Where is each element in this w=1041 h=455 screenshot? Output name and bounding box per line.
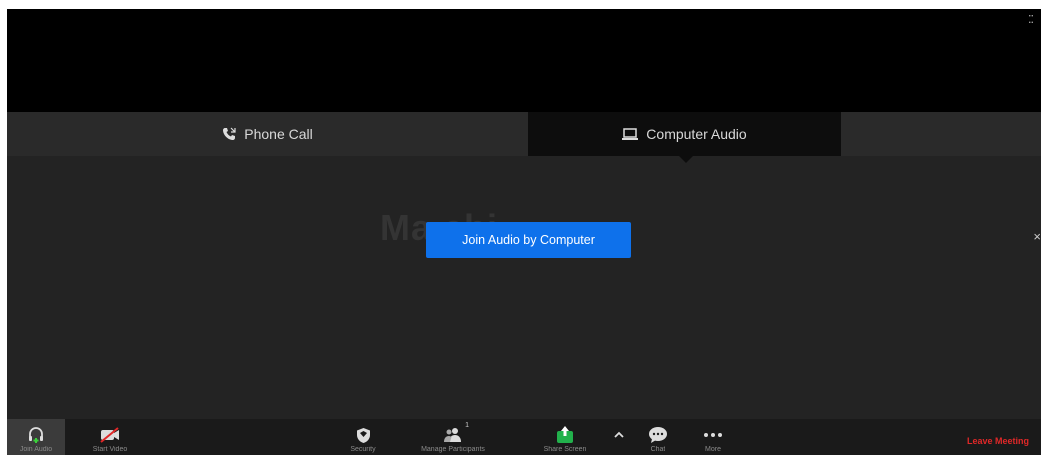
audio-options-tabs: Phone Call Computer Audio × xyxy=(7,112,1041,244)
chevron-up-icon xyxy=(614,424,624,446)
video-off-icon xyxy=(99,424,121,446)
share-screen-icon xyxy=(556,424,574,446)
tab-pointer xyxy=(679,156,693,163)
fullscreen-icon[interactable]: ⁚⁚ xyxy=(1028,13,1034,26)
share-options-chevron[interactable] xyxy=(607,419,631,455)
manage-participants-label: Manage Participants xyxy=(421,446,485,453)
close-icon[interactable]: × xyxy=(1033,229,1041,244)
join-audio-label: Join Audio xyxy=(19,446,53,453)
tab-computer-audio[interactable]: Computer Audio xyxy=(528,112,841,156)
tab-phone-call-label: Phone Call xyxy=(244,126,313,142)
join-audio-by-computer-button[interactable]: Join Audio by Computer xyxy=(426,222,631,258)
start-video-label: Start Video xyxy=(92,446,128,453)
headphone-icon xyxy=(27,424,45,446)
participants-icon: 1 xyxy=(443,422,469,446)
video-area-top: ⁚⁚ xyxy=(7,9,1041,112)
share-screen-button[interactable]: Share Screen xyxy=(530,419,600,455)
participant-count: 1 xyxy=(465,422,469,429)
chat-button[interactable]: Chat xyxy=(636,419,680,455)
start-video-button[interactable]: Start Video xyxy=(75,419,145,455)
manage-participants-button[interactable]: 1 Manage Participants xyxy=(403,419,503,455)
security-button[interactable]: Security xyxy=(333,419,393,455)
laptop-icon xyxy=(622,127,639,141)
more-icon xyxy=(703,424,723,446)
more-label: More xyxy=(705,446,721,453)
more-button[interactable]: More xyxy=(691,419,735,455)
phone-icon xyxy=(222,127,236,141)
chat-icon xyxy=(648,424,668,446)
tab-computer-audio-label: Computer Audio xyxy=(646,126,747,142)
leave-meeting-button[interactable]: Leave Meeting xyxy=(967,436,1029,446)
join-audio-button[interactable]: Join Audio xyxy=(7,419,65,455)
security-label: Security xyxy=(350,446,376,453)
share-screen-label: Share Screen xyxy=(543,446,587,453)
meeting-toolbar: Join Audio Start Video Security 1 Manage… xyxy=(7,419,1041,455)
chat-label: Chat xyxy=(650,446,666,453)
meeting-window: ⁚⁚ Phone Call Computer Audio × Ma chi Jo… xyxy=(7,9,1041,455)
tab-phone-call[interactable]: Phone Call xyxy=(7,112,528,156)
shield-icon xyxy=(356,424,371,446)
